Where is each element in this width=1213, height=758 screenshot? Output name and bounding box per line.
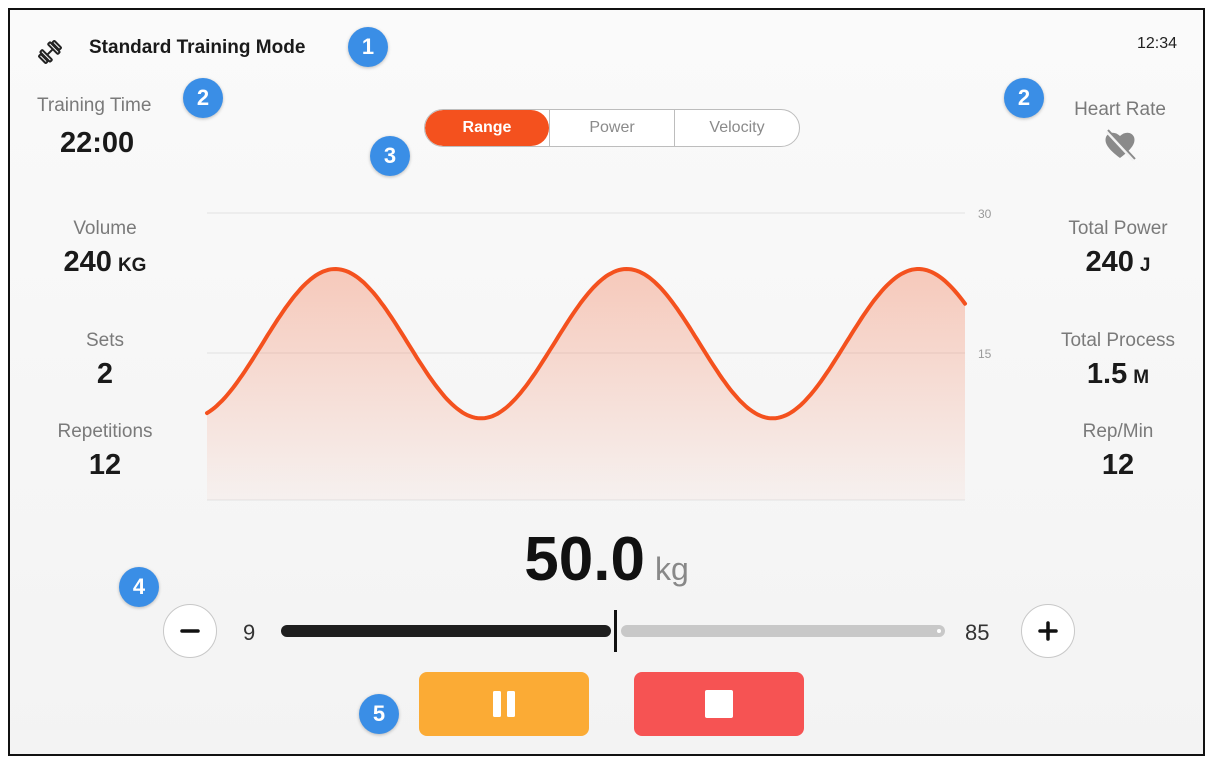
decrease-weight-button[interactable] (163, 604, 217, 658)
weight-slider[interactable] (281, 610, 945, 652)
slider-track-rest (621, 625, 945, 637)
weight-readout: 50.0 kg (400, 524, 813, 595)
annotation-badge-4: 4 (119, 567, 159, 607)
weight-value: 50.0 (524, 525, 645, 594)
slider-max-value: 85 (965, 620, 990, 645)
weight-unit: kg (654, 551, 689, 587)
slider-end-dot (937, 629, 941, 633)
annotation-badge-5: 5 (359, 694, 399, 734)
chart-area-fill (207, 269, 965, 500)
increase-weight-button[interactable] (1021, 604, 1075, 658)
stop-button[interactable] (634, 672, 804, 736)
pause-button[interactable] (419, 672, 589, 736)
range-chart: 30 15 (205, 207, 992, 501)
minus-icon (180, 629, 200, 633)
y-tick-label: 30 (978, 207, 992, 221)
slider-thumb[interactable] (614, 610, 617, 652)
pause-icon (493, 691, 515, 717)
slider-track-fill (281, 625, 611, 637)
slider-min-value: 9 (243, 620, 256, 645)
y-tick-label: 15 (978, 347, 992, 361)
stop-icon (705, 690, 733, 718)
plus-icon (1038, 621, 1058, 641)
